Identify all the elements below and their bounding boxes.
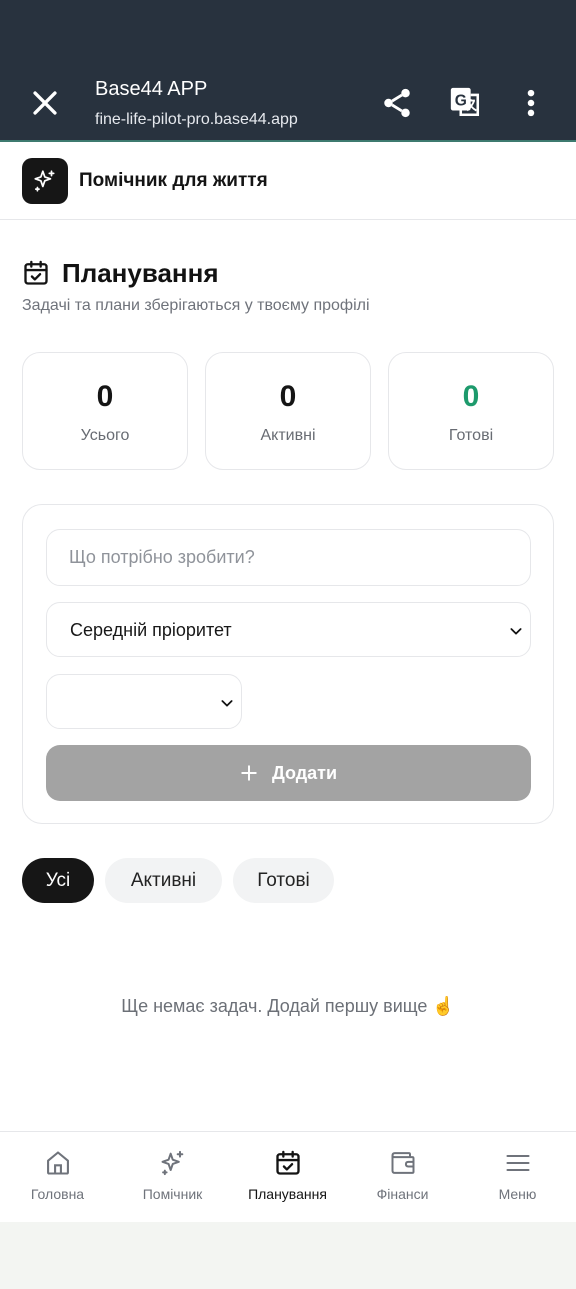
menu-icon [506,1154,530,1172]
nav-item-menu[interactable]: Меню [460,1132,575,1223]
home-icon [47,1151,69,1175]
stat-label: Активні [260,427,316,444]
stat-card-active: 0 Активні [205,352,371,470]
app-page: Помічник для життя Планування Задачі та … [0,142,576,1222]
filter-chip-done[interactable]: Готові [233,858,334,903]
wallet-icon [391,1152,415,1174]
stat-label: Усього [80,427,130,444]
date-select[interactable] [46,674,242,729]
more-vertical-icon[interactable] [520,86,542,120]
page-title-row: Планування [22,256,219,290]
plus-icon [241,765,257,781]
translate-icon[interactable]: G [448,85,482,119]
svg-text:G: G [455,93,467,110]
filter-chip-all[interactable]: Усі [22,858,94,903]
app-header: Помічник для життя [0,142,576,220]
sparkles-icon [161,1150,184,1176]
filter-chip-active[interactable]: Активні [105,858,222,903]
calendar-check-icon [24,260,48,285]
browser-url: fine-life-pilot-pro.base44.app [95,111,298,128]
page-title: Планування [62,257,219,288]
chevron-down-icon [510,628,522,635]
app-logo[interactable] [22,158,68,204]
browser-title: Base44 APP [95,78,208,100]
stat-value: 0 [279,380,297,413]
stat-value: 0 [462,380,480,413]
calendar-check-icon [276,1150,300,1175]
priority-select[interactable]: Середній пріоритет [46,602,531,657]
nav-item-finance[interactable]: Фінанси [345,1132,460,1223]
add-task-button[interactable]: Додати [46,745,531,801]
stat-card-done: 0 Готові [388,352,554,470]
nav-item-planning[interactable]: Планування [230,1132,345,1223]
nav-label: Фінанси [376,1186,429,1202]
share-icon[interactable] [380,86,414,120]
priority-value: Середній пріоритет [70,620,232,640]
add-task-label: Додати [271,762,338,783]
sparkles-icon [34,170,55,192]
nav-item-home[interactable]: Головна [0,1132,115,1223]
add-task-form: Середній пріоритет Додати [22,504,554,824]
nav-label: Головна [30,1186,85,1202]
nav-label: Планування [248,1186,327,1202]
bottom-navigation: Головна Помічник Планування Фінанси Меню [0,1131,576,1222]
app-name: Помічник для життя [79,170,268,191]
nav-item-assistant[interactable]: Помічник [115,1132,230,1223]
nav-label: Помічник [142,1186,203,1202]
empty-state-message: Ще немає задач. Додай першу вище ☝️ [121,996,455,1016]
nav-label: Меню [498,1186,537,1202]
close-icon[interactable] [28,86,62,120]
browser-top-bar: Base44 APP fine-life-pilot-pro.base44.ap… [0,0,576,142]
chevron-down-icon [221,700,233,707]
stat-card-total: 0 Усього [22,352,188,470]
stat-label: Готові [448,427,494,444]
stat-value: 0 [96,380,114,413]
system-navigation-bar [0,1222,576,1289]
task-input[interactable] [46,529,531,586]
page-subtitle: Задачі та плани зберігаються у твоєму пр… [22,297,370,314]
